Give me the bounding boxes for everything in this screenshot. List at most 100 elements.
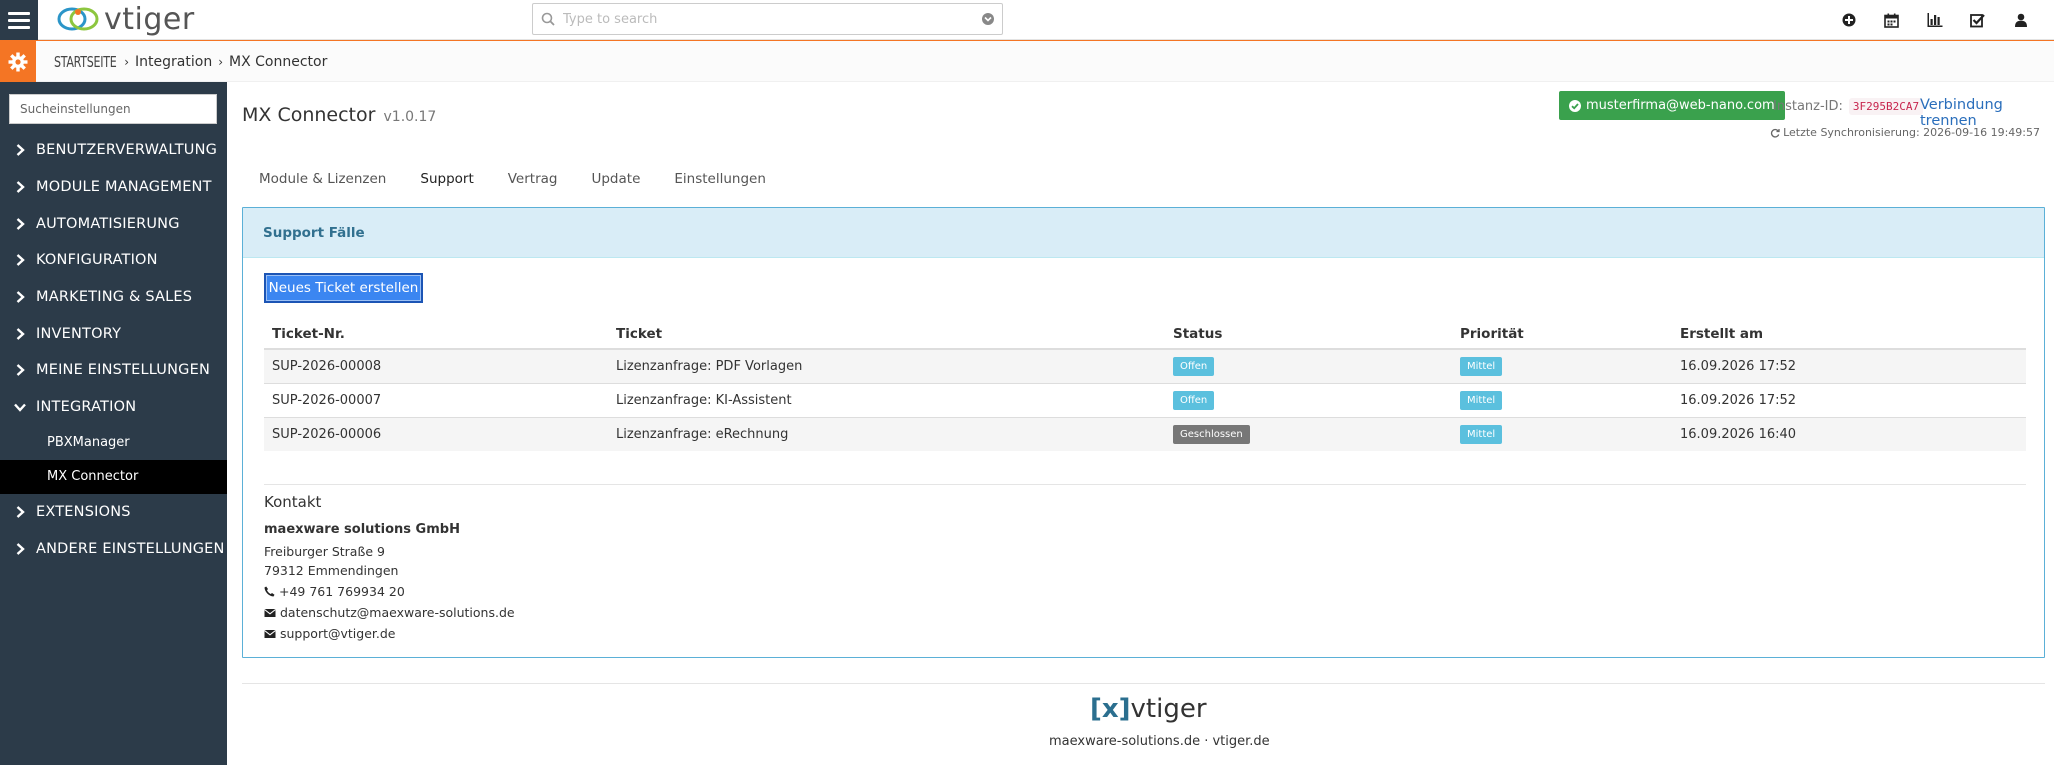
sync-status: Letzte Synchronisierung: 2026-09-16 19:4… — [1770, 126, 2040, 139]
breadcrumb-current: MX Connector — [229, 53, 328, 70]
contact-phone: +49 761 769934 20 — [279, 584, 405, 599]
table-row[interactable]: SUP-2026-00006 Lizenzanfrage: eRechnung … — [264, 416, 2026, 451]
logo-icon — [57, 7, 99, 31]
footer-logo-bracket: [x] — [1090, 694, 1131, 724]
column-header[interactable]: Erstellt am — [1672, 319, 2026, 350]
ticket-number: SUP-2026-00006 — [264, 416, 608, 451]
chevron-right-icon — [14, 291, 26, 303]
tab-module-lizenzen[interactable]: Module & Lizenzen — [242, 164, 403, 194]
chevron-right-icon — [14, 364, 26, 377]
sidebar-item-andere-einstellungen[interactable]: ANDERE EINSTELLUNGEN — [0, 530, 227, 567]
settings-search-input[interactable] — [20, 102, 216, 116]
check-circle-icon — [1569, 99, 1581, 112]
table-row[interactable]: SUP-2026-00007 Lizenzanfrage: KI-Assiste… — [264, 382, 2026, 417]
chevron-down-icon[interactable] — [974, 12, 1002, 26]
logo-text: vtiger — [104, 1, 195, 37]
new-ticket-button[interactable]: Neues Ticket erstellen — [264, 273, 423, 303]
footer-links[interactable]: maexware-solutions.de · vtiger.de — [1049, 734, 1270, 749]
sidebar-item-benutzerverwaltung[interactable]: BENUTZERVERWALTUNG — [0, 132, 227, 169]
account-badge: musterfirma@web-nano.com — [1559, 91, 1785, 120]
breadcrumb-home[interactable]: STARTSEITE — [54, 53, 117, 71]
sidebar-item-label: INTEGRATION — [36, 399, 137, 416]
column-header[interactable]: Ticket — [608, 319, 1165, 350]
instance-label: Instanz-ID: — [1773, 99, 1843, 114]
sidebar-item-konfiguration[interactable]: KONFIGURATION — [0, 242, 227, 279]
settings-sidebar: BENUTZERVERWALTUNG MODULE MANAGEMENT AUT… — [0, 82, 227, 765]
sidebar-menu: BENUTZERVERWALTUNG MODULE MANAGEMENT AUT… — [0, 132, 227, 567]
user-icon[interactable] — [1999, 0, 2042, 40]
sidebar-item-marketing-sales[interactable]: MARKETING & SALES — [0, 279, 227, 316]
tab-vertrag[interactable]: Vertrag — [491, 164, 575, 194]
ticket-subject: Lizenzanfrage: PDF Vorlagen — [608, 348, 1165, 383]
tab-einstellungen[interactable]: Einstellungen — [657, 164, 783, 194]
footer-logo: [x] vtiger — [1090, 694, 1207, 724]
sidebar-item-label: MODULE MANAGEMENT — [36, 179, 212, 196]
sidebar-item-label: EXTENSIONS — [36, 503, 131, 520]
chevron-right-icon — [14, 144, 26, 157]
created-date: 16.09.2026 16:40 — [1672, 416, 2026, 451]
vtiger-logo[interactable]: vtiger — [56, 1, 195, 37]
sidebar-item-automatisierung[interactable]: AUTOMATISIERUNG — [0, 205, 227, 242]
menu-toggle-button[interactable] — [0, 0, 38, 40]
quick-create-icon[interactable] — [1827, 0, 1870, 40]
contact-email-privacy[interactable]: datenschutz@maexware-solutions.de — [280, 603, 515, 622]
sidebar-item-label: BENUTZERVERWALTUNG — [36, 142, 218, 159]
search-input[interactable] — [563, 11, 974, 27]
contact-email-support[interactable]: support@vtiger.de — [280, 624, 395, 643]
sidebar-subitem-mx-connector[interactable]: MX Connector — [0, 459, 227, 494]
envelope-icon — [264, 608, 276, 617]
sidebar-item-integration[interactable]: INTEGRATION — [0, 389, 227, 426]
settings-search[interactable] — [9, 94, 217, 124]
status-badge: Geschlossen — [1173, 424, 1250, 444]
contact-company: maexware solutions GmbH — [264, 522, 460, 537]
tab-update[interactable]: Update — [574, 164, 657, 194]
contact-email-row: support@vtiger.de — [264, 624, 515, 643]
contact-email-row: datenschutz@maexware-solutions.de — [264, 603, 515, 622]
chevron-right-icon — [14, 254, 26, 267]
priority-badge: Mittel — [1460, 390, 1503, 410]
sidebar-subitem-pbxmanager[interactable]: PBXManager — [0, 426, 227, 460]
created-date: 16.09.2026 17:52 — [1672, 348, 2026, 383]
tasks-icon[interactable] — [1956, 0, 1999, 40]
tab-support[interactable]: Support — [403, 164, 490, 194]
ticket-number: SUP-2026-00008 — [264, 348, 608, 383]
reports-icon[interactable] — [1913, 0, 1956, 40]
sidebar-item-label: INVENTORY — [36, 325, 122, 342]
priority-badge: Mittel — [1460, 424, 1503, 444]
ticket-number: SUP-2026-00007 — [264, 382, 608, 417]
divider — [264, 484, 2026, 485]
settings-menu-button[interactable] — [0, 41, 36, 82]
account-email: musterfirma@web-nano.com — [1586, 98, 1775, 113]
disconnect-link[interactable]: Verbindung trennen — [1920, 97, 2045, 129]
column-header[interactable]: Ticket-Nr. — [264, 319, 608, 350]
contact-city: 79312 Emmendingen — [264, 563, 399, 578]
sidebar-item-meine-einstellungen[interactable]: MEINE EINSTELLUNGEN — [0, 352, 227, 389]
envelope-icon — [264, 629, 276, 638]
page-title-text: MX Connector — [242, 104, 376, 126]
created-date: 16.09.2026 17:52 — [1672, 382, 2026, 417]
sidebar-item-label: KONFIGURATION — [36, 252, 158, 269]
contact-heading: Kontakt — [264, 493, 322, 511]
sidebar-item-extensions[interactable]: EXTENSIONS — [0, 494, 227, 531]
table-header-row: Ticket-Nr. Ticket Status Priorität Erste… — [264, 319, 2026, 350]
column-header[interactable]: Status — [1165, 319, 1452, 350]
footer-divider — [242, 683, 2045, 684]
instance-id: Instanz-ID: 3F295B2CA7 — [1773, 98, 1924, 115]
chevron-right-icon: › — [218, 54, 224, 69]
breadcrumb-integration[interactable]: Integration — [135, 54, 212, 70]
sidebar-item-label: MEINE EINSTELLUNGEN — [36, 362, 211, 379]
chevron-down-icon — [14, 403, 26, 412]
table-row[interactable]: SUP-2026-00008 Lizenzanfrage: PDF Vorlag… — [264, 348, 2026, 383]
sidebar-item-label: MARKETING & SALES — [36, 289, 193, 306]
tickets-table: Ticket-Nr. Ticket Status Priorität Erste… — [264, 319, 2026, 451]
chevron-right-icon — [14, 217, 26, 230]
panel-title: Support Fälle — [243, 208, 2044, 258]
column-header[interactable]: Priorität — [1452, 319, 1672, 350]
global-search[interactable] — [532, 3, 1003, 35]
sidebar-item-module-management[interactable]: MODULE MANAGEMENT — [0, 169, 227, 206]
sidebar-item-inventory[interactable]: INVENTORY — [0, 315, 227, 352]
calendar-icon[interactable] — [1870, 0, 1913, 40]
chevron-right-icon — [14, 542, 26, 555]
chevron-right-icon — [14, 505, 26, 518]
refresh-icon — [1770, 128, 1780, 138]
